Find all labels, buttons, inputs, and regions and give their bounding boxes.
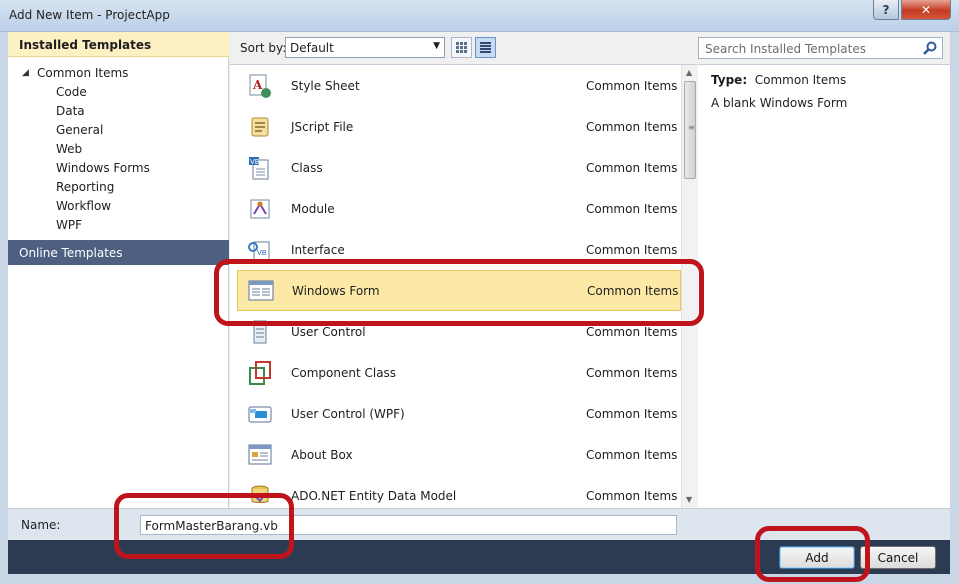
grip-icon: ≡ [688,123,695,132]
help-button[interactable]: ? [873,0,899,20]
template-name: Component Class [291,366,397,380]
sort-label: Sort by: [240,41,287,55]
online-templates-header[interactable]: Online Templates [8,240,229,265]
template-name: Module [291,202,335,216]
name-row: Name: FormMasterBarang.vb [8,508,950,540]
details-type-value: Common Items [754,73,847,87]
small-icons-view-icon [456,42,467,53]
jscript-file-icon [251,117,269,137]
template-details-pane: Type: Common Items A blank Windows Form [698,64,950,508]
interface-icon: VB [248,241,270,262]
title-bar: Add New Item - ProjectApp ? ✕ [0,0,959,32]
template-category: Common Items [586,325,678,339]
about-box-icon [248,444,272,465]
list-item[interactable]: Component Class Common Items [230,352,681,393]
list-item[interactable]: Module Common Items [230,188,681,229]
search-input[interactable]: Search Installed Templates [698,37,943,59]
details-description: A blank Windows Form [711,96,848,110]
windows-form-icon [248,280,274,301]
template-category: Common Items [586,366,678,380]
template-name: Style Sheet [291,79,360,93]
list-view-icon [480,42,491,53]
cancel-button[interactable]: Cancel [860,546,936,569]
search-icon[interactable] [922,40,938,56]
entity-model-icon [251,485,269,503]
chevron-down-icon: ▼ [433,41,440,51]
list-item[interactable]: ADO.NET Entity Data Model Common Items [230,475,681,508]
list-item-selected[interactable]: Windows Form Common Items [237,270,681,311]
list-item[interactable]: About Box Common Items [230,434,681,475]
details-type: Type: Common Items [711,73,846,87]
scroll-down-icon[interactable]: ▼ [686,495,692,504]
template-name: JScript File [291,120,354,134]
name-label: Name: [21,518,61,532]
tree-item-data[interactable]: Data [8,102,229,121]
template-name: Class [291,161,323,175]
help-icon: ? [882,2,890,17]
tree-item-workflow[interactable]: Workflow [8,197,229,216]
template-category: Common Items [586,489,678,503]
dialog-body: Installed Templates ◢ Common Items Code … [8,32,950,574]
small-icons-view-button[interactable] [451,37,472,58]
template-category: Common Items [586,161,678,175]
template-name: Interface [291,243,345,257]
list-view-button[interactable] [475,37,496,58]
list-item[interactable]: A Style Sheet Common Items [230,65,681,106]
list-item[interactable]: User Control Common Items [230,311,681,352]
tree-item-web[interactable]: Web [8,140,229,159]
style-sheet-icon: A [249,74,271,98]
template-name: Windows Form [292,284,380,298]
sort-dropdown[interactable]: Default ▼ [285,37,445,58]
tree-item-windows-forms[interactable]: Windows Forms [8,159,229,178]
category-tree: ◢ Common Items Code Data General Web Win… [8,64,229,235]
template-category: Common Items [586,448,678,462]
tree-item-reporting[interactable]: Reporting [8,178,229,197]
button-bar: Add Cancel [8,540,950,574]
tree-item-label: Common Items [37,66,129,80]
window-title: Add New Item - ProjectApp [9,8,170,22]
svg-text:VB: VB [257,249,267,257]
close-icon: ✕ [920,2,932,17]
scrollbar-thumb[interactable]: ≡ [684,81,696,179]
template-category: Common Items [587,284,679,298]
template-categories-pane: Installed Templates ◢ Common Items Code … [8,32,229,508]
list-item[interactable]: JScript File Common Items [230,106,681,147]
svg-text:VB: VB [250,158,260,166]
add-button[interactable]: Add [779,546,855,569]
template-category: Common Items [586,202,678,216]
tree-item-code[interactable]: Code [8,83,229,102]
list-item[interactable]: VB Interface Common Items [230,229,681,270]
close-button[interactable]: ✕ [901,0,951,20]
template-name: User Control [291,325,366,339]
template-name: About Box [291,448,353,462]
tree-item-wpf[interactable]: WPF [8,216,229,235]
installed-templates-header[interactable]: Installed Templates [8,32,229,57]
component-class-icon [249,361,271,385]
wpf-user-control-icon [248,406,272,423]
expand-arrow-icon[interactable]: ◢ [22,68,29,78]
user-control-icon [253,320,267,344]
class-icon: VB [249,157,269,180]
template-category: Common Items [586,79,678,93]
svg-text:A: A [252,78,263,92]
tree-item-general[interactable]: General [8,121,229,140]
scroll-up-icon[interactable]: ▲ [686,68,692,77]
template-category: Common Items [586,243,678,257]
template-name: ADO.NET Entity Data Model [291,489,457,503]
template-list: A Style Sheet Common Items JScript File … [230,64,697,508]
list-item[interactable]: VB Class Common Items [230,147,681,188]
search-placeholder: Search Installed Templates [705,42,866,56]
template-category: Common Items [586,120,678,134]
sort-toolbar: Sort by: Default ▼ [230,32,696,64]
template-list-scrollbar[interactable]: ▲ ≡ ▼ [681,65,697,508]
sort-value: Default [290,41,334,55]
list-item[interactable]: User Control (WPF) Common Items [230,393,681,434]
name-field[interactable]: FormMasterBarang.vb [140,515,677,535]
template-name: User Control (WPF) [291,407,405,421]
tree-item-common-items[interactable]: ◢ Common Items [8,64,229,83]
details-type-label: Type: [711,73,748,87]
module-icon [250,199,270,219]
template-category: Common Items [586,407,678,421]
